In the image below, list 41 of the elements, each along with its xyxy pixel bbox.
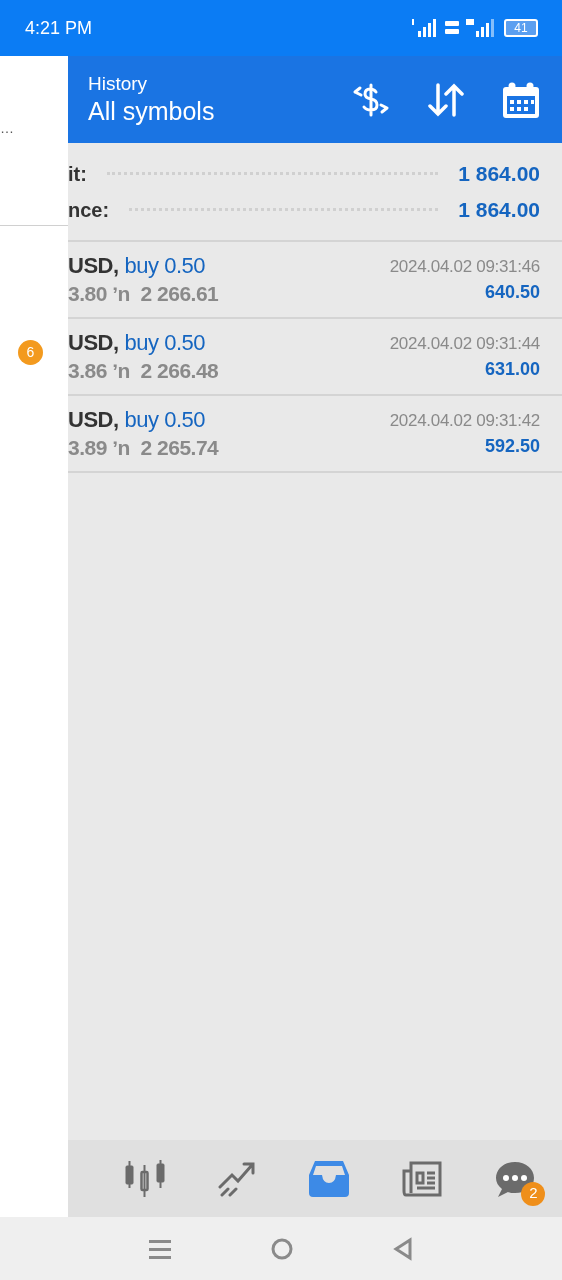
deal-symbol: USD,: [68, 328, 119, 357]
candlestick-icon: [124, 1159, 165, 1198]
signal-icon: [412, 18, 438, 38]
deal-row[interactable]: USD, buy 0.50 3.89 ʼn 2 265.74 2024.04.02 09:31:42 592.50: [68, 396, 562, 473]
notification-badge: 2: [521, 1181, 546, 1206]
deal-time: 2024.04.02 09:31:44: [389, 332, 540, 354]
deal-symbol: USD,: [68, 251, 119, 280]
count-badge: 6: [18, 340, 43, 365]
deal-symbol: USD,: [68, 405, 119, 434]
summary-value: 1 864.00: [458, 163, 540, 184]
deal-prices: 3.80 ʼn 2 266.61: [68, 281, 219, 308]
deal-row[interactable]: USD, buy 0.50 3.80 ʼn 2 266.61 2024.04.02 09:31:46 640.50: [68, 242, 562, 319]
inbox-icon: [308, 1160, 349, 1197]
deal-type: buy 0.50: [124, 251, 205, 280]
deal-profit: 631.00: [484, 357, 540, 381]
menu-icon[interactable]: [149, 1237, 172, 1260]
back-icon[interactable]: [392, 1236, 413, 1261]
home-icon[interactable]: [270, 1236, 294, 1261]
summary-label: it:: [68, 163, 87, 184]
newspaper-icon: [402, 1160, 443, 1197]
deal-time: 2024.04.02 09:31:46: [389, 255, 540, 277]
deal-time: 2024.04.02 09:31:42: [389, 409, 540, 431]
deal-profit: 592.50: [484, 434, 540, 458]
deal-profit: 640.50: [484, 280, 540, 304]
sort-arrows-icon[interactable]: [428, 82, 464, 117]
trend-arrow-icon: [217, 1160, 256, 1197]
deal-row[interactable]: USD, buy 0.50 3.86 ʼn 2 266.48 2024.04.02 09:31:44 631.00: [68, 319, 562, 396]
clock-time: 4:21 PM: [25, 16, 93, 40]
deal-type: buy 0.50: [124, 405, 205, 434]
deal-prices: 3.89 ʼn 2 265.74: [68, 435, 219, 462]
deal-type: buy 0.50: [124, 328, 205, 357]
header-title: History: [88, 72, 149, 96]
calendar-icon[interactable]: [502, 81, 540, 118]
battery-indicator: 41: [504, 19, 538, 37]
summary-label: nce:: [68, 199, 110, 220]
summary-value: 1 864.00: [458, 199, 540, 220]
currency-exchange-icon[interactable]: [352, 81, 390, 118]
signal-icon: [466, 18, 496, 38]
drawer-text: …: [0, 120, 14, 136]
header-subtitle: All symbols: [88, 95, 216, 127]
deal-prices: 3.86 ʼn 2 266.48: [68, 358, 219, 385]
